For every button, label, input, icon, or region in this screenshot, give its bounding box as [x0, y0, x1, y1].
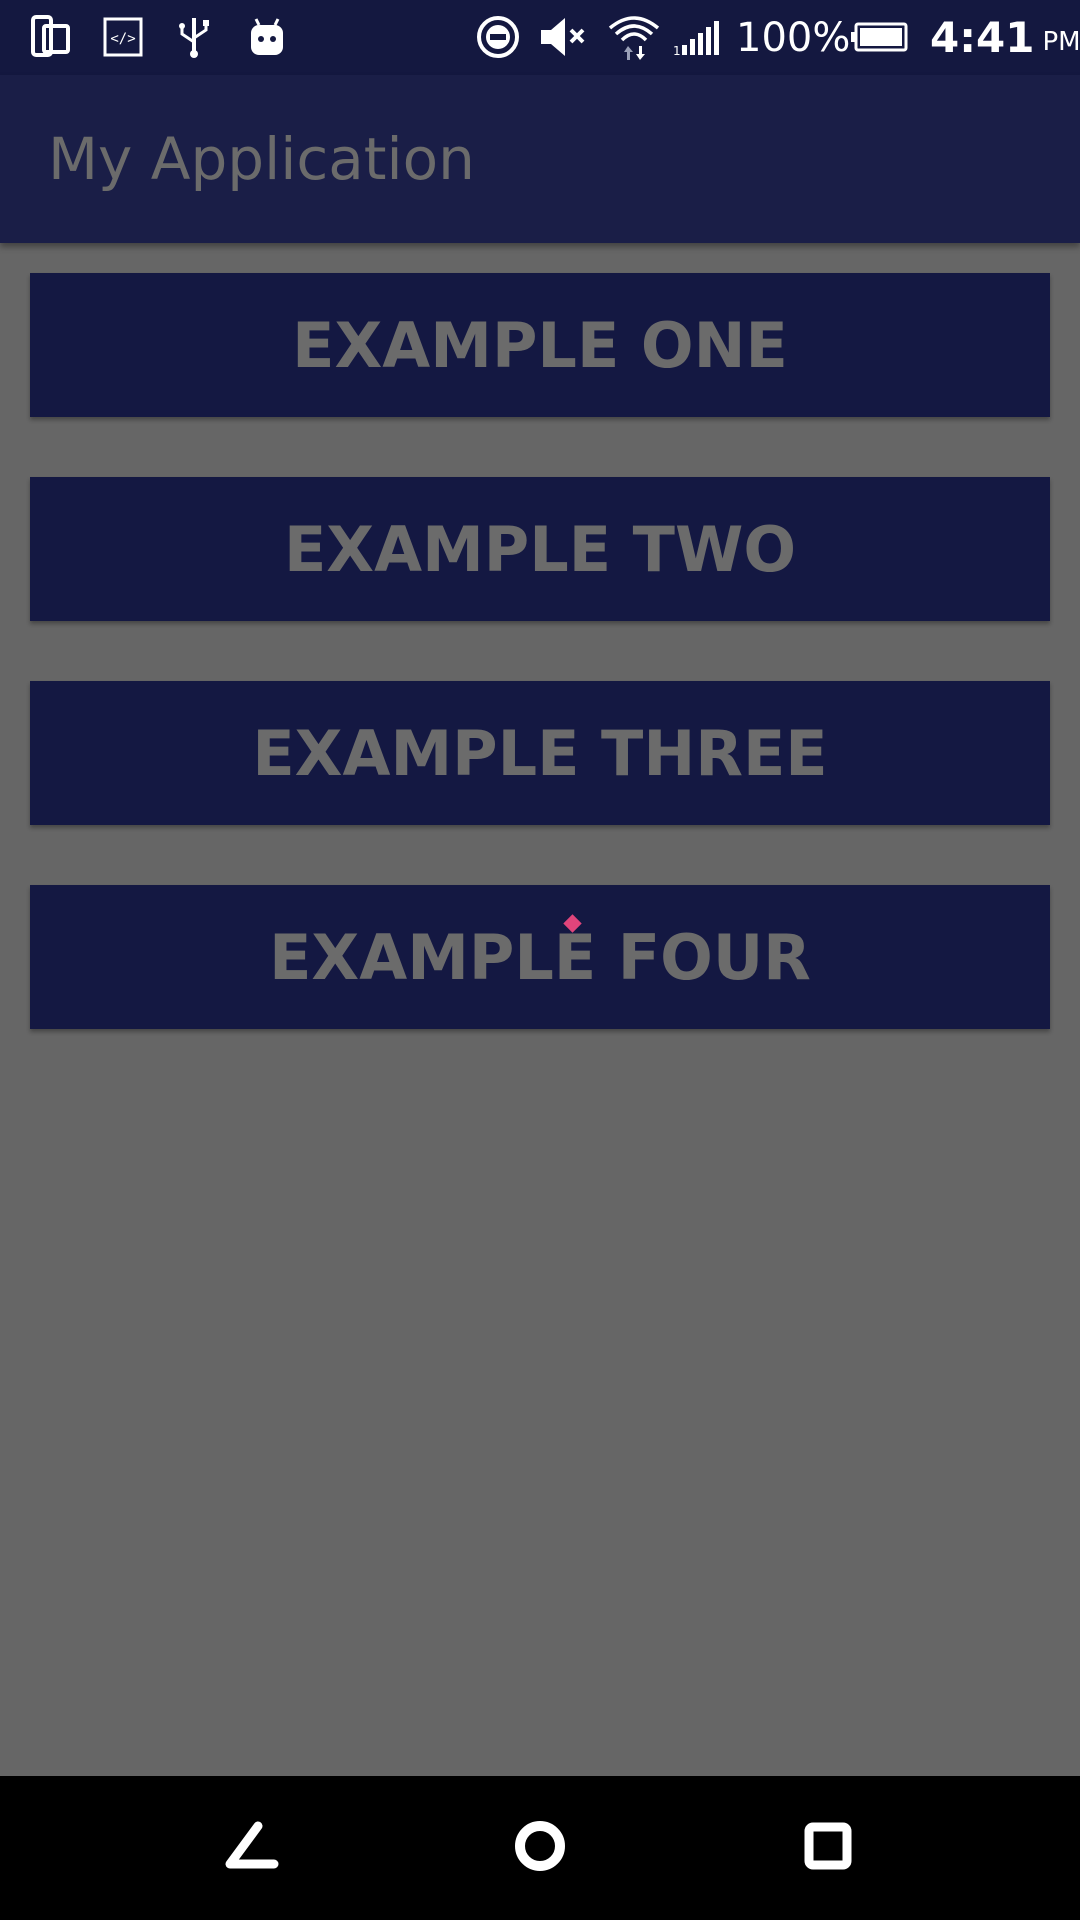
clock-ampm: PM: [1042, 26, 1080, 57]
recents-button[interactable]: [748, 1776, 908, 1920]
back-button[interactable]: [172, 1776, 332, 1920]
example-two-button[interactable]: EXAMPLE TWO: [30, 477, 1050, 621]
back-icon: [222, 1820, 282, 1877]
signal-icon: 1: [672, 12, 722, 62]
app-bar: My Application: [0, 75, 1080, 243]
nav-bar: [0, 1776, 1080, 1920]
battery-percent: 100%: [736, 14, 851, 61]
clock: 4:41 PM: [930, 0, 1080, 75]
screen: </> 1 100% 4:41 PM My Application EXAMPL…: [0, 0, 1080, 1920]
example-four-button[interactable]: EXAMPLE FOUR: [30, 885, 1050, 1029]
home-button[interactable]: [460, 1776, 620, 1920]
battery-icon: [850, 12, 910, 62]
svg-text:</>: </>: [110, 31, 135, 47]
code-icon: </>: [102, 12, 144, 62]
app-title: My Application: [48, 125, 475, 193]
svg-text:1: 1: [673, 44, 681, 58]
usb-icon: [174, 12, 214, 62]
recents-icon: [803, 1821, 853, 1876]
home-icon: [512, 1818, 568, 1879]
status-bar: </> 1 100% 4:41 PM: [0, 0, 1080, 75]
example-three-button[interactable]: EXAMPLE THREE: [30, 681, 1050, 825]
mute-icon: [536, 12, 592, 62]
do-not-disturb-icon: [474, 12, 522, 62]
clock-time: 4:41: [930, 13, 1035, 62]
android-icon: [246, 12, 288, 62]
example-one-button[interactable]: EXAMPLE ONE: [30, 273, 1050, 417]
screen-rotate-icon: [28, 12, 74, 62]
wifi-icon: [606, 12, 662, 62]
